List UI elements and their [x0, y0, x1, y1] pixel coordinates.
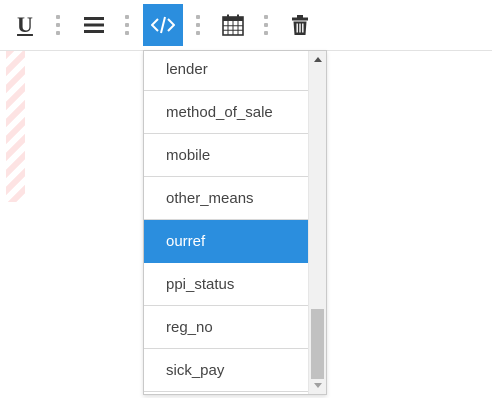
toolbar-separator	[264, 15, 268, 35]
calendar-icon	[222, 14, 244, 36]
scroll-thumb[interactable]	[311, 309, 324, 379]
list-item-label: ppi_status	[166, 275, 235, 293]
scroll-down-button[interactable]	[309, 377, 326, 394]
calendar-button[interactable]	[218, 6, 248, 44]
striped-drop-zone	[6, 51, 25, 202]
list-item-label: method_of_sale	[166, 103, 273, 121]
toolbar: U	[0, 0, 492, 51]
list-item[interactable]: sick_pay	[144, 349, 308, 392]
align-button[interactable]	[79, 6, 109, 44]
list-item[interactable]: lender	[144, 51, 308, 91]
underline-icon: U	[17, 12, 33, 37]
code-icon	[151, 16, 175, 34]
list-item[interactable]: method_of_sale	[144, 91, 308, 134]
list-item[interactable]: ppi_status	[144, 263, 308, 306]
field-list: lender method_of_sale mobile other_means…	[144, 51, 308, 392]
vertical-scrollbar[interactable]	[308, 51, 326, 394]
arrow-up-icon	[313, 57, 322, 62]
list-item[interactable]: mobile	[144, 134, 308, 177]
editor-stage: U lender method_of_sale mobile other_mea…	[0, 0, 492, 398]
list-item-label: lender	[166, 60, 208, 78]
delete-button[interactable]	[285, 6, 315, 44]
list-item-selected[interactable]: ourref	[144, 220, 308, 263]
list-item-label: ourref	[166, 232, 206, 250]
list-item-label: reg_no	[166, 318, 213, 336]
list-item-label: mobile	[166, 146, 211, 164]
align-justify-icon	[84, 17, 104, 33]
toolbar-separator	[56, 15, 60, 35]
arrow-down-icon	[313, 383, 322, 388]
list-item-label: sick_pay	[166, 361, 225, 379]
trash-icon	[292, 15, 308, 35]
field-dropdown[interactable]: lender method_of_sale mobile other_means…	[143, 50, 327, 395]
underline-button[interactable]: U	[10, 6, 40, 44]
list-item[interactable]: other_means	[144, 177, 308, 220]
toolbar-separator	[125, 15, 129, 35]
toolbar-separator	[196, 15, 200, 35]
list-item-label: other_means	[166, 189, 254, 207]
scroll-up-button[interactable]	[309, 51, 326, 68]
list-item[interactable]: reg_no	[144, 306, 308, 349]
code-button[interactable]	[143, 4, 183, 46]
